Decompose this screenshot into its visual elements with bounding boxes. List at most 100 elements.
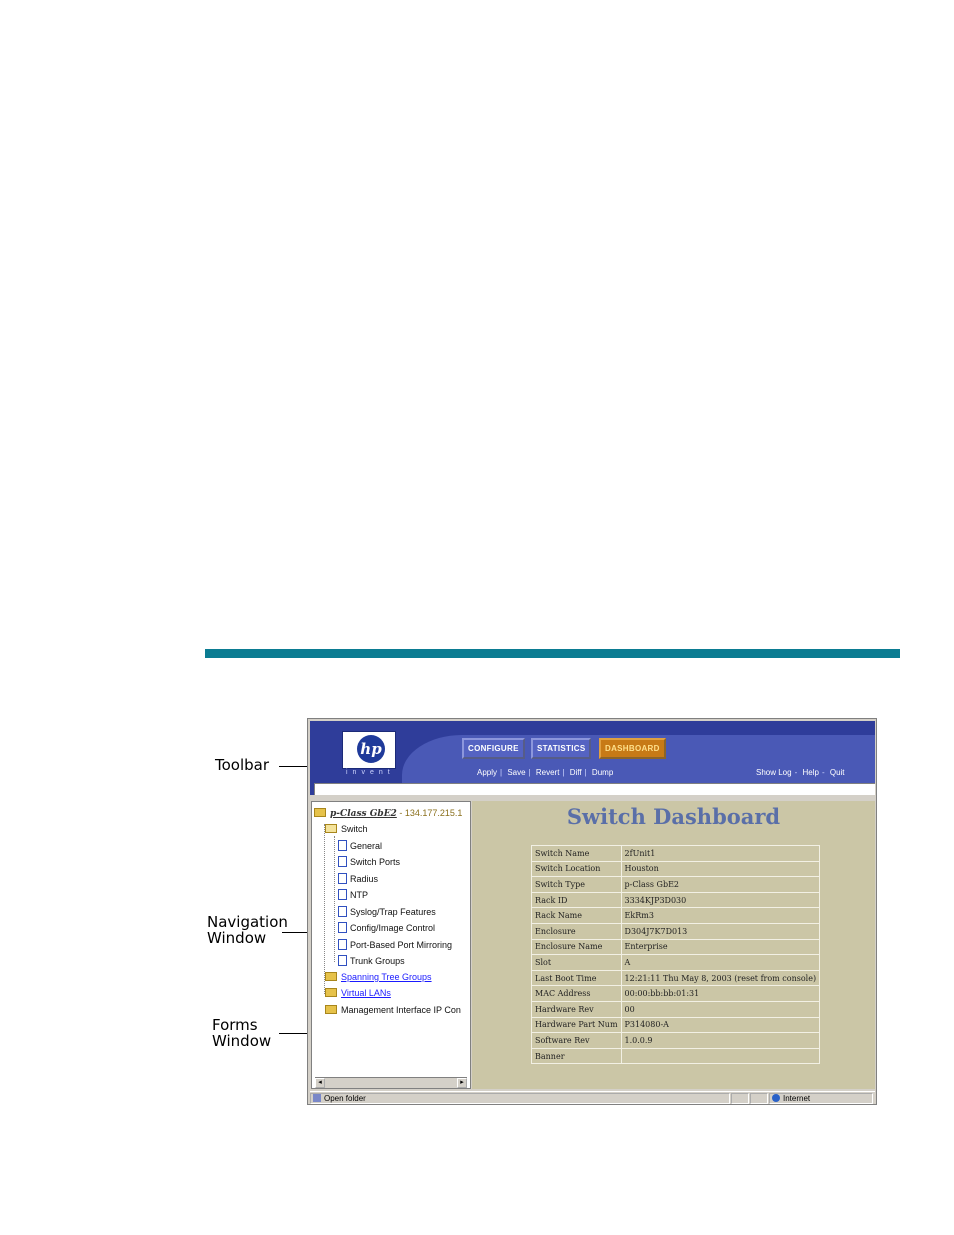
right-menu: Show Log - Help - Quit [756, 768, 848, 777]
info-value: D304J7K7D013 [620, 922, 821, 940]
info-row: Enclosure Name Enterprise [531, 938, 821, 956]
info-value: p-Class GbE2 [620, 876, 821, 893]
page-icon [338, 922, 347, 933]
tree-item-switch[interactable]: Switch [325, 824, 368, 834]
tab-statistics[interactable]: STATISTICS [531, 738, 592, 759]
dashboard-title: Switch Dashboard [566, 804, 781, 829]
tree-root[interactable]: p-Class GbE2 - 134.177.215.1 [314, 808, 462, 819]
info-label: Enclosure Name [531, 938, 622, 956]
navigation-callout-line2: Window [207, 929, 267, 947]
separator: | [528, 768, 531, 777]
tree-item-vlans[interactable]: Virtual LANs [325, 988, 391, 998]
info-row: Software Rev 1.0.0.9 [531, 1032, 821, 1049]
tree-item-general[interactable]: General [338, 840, 382, 851]
info-label: Rack Name [531, 907, 622, 924]
tree-item-config-image[interactable]: Config/Image Control [338, 922, 435, 933]
info-row: Rack ID 3334KJP3D030 [531, 891, 821, 909]
tree-item-mgmt-interface[interactable]: Management Interface IP Con [325, 1005, 461, 1015]
quit-link[interactable]: Quit [830, 768, 845, 777]
tree-item-trunk-groups[interactable]: Trunk Groups [338, 955, 405, 966]
separator: - [821, 768, 825, 777]
navigation-callout-label: Navigation Window [207, 914, 288, 946]
tree-item-label: Switch Ports [350, 857, 401, 867]
info-label: MAC Address [531, 985, 622, 1002]
dump-link[interactable]: Dump [592, 768, 613, 777]
tree-item-spanning-tree[interactable]: Spanning Tree Groups [325, 972, 432, 982]
separator: | [562, 768, 565, 777]
page-icon [338, 906, 347, 917]
tree-item-label: Virtual LANs [341, 988, 391, 998]
info-value: 1.0.0.9 [620, 1032, 821, 1049]
scroll-left-icon[interactable]: ◂ [315, 1078, 325, 1088]
info-row: Switch Type p-Class GbE2 [531, 876, 821, 893]
info-value: A [620, 954, 821, 971]
section-rule [205, 649, 900, 658]
toolbar: hp invent CONFIGURE STATISTICS DASHBOARD… [310, 721, 875, 795]
info-value: 2fUnit1 [620, 845, 821, 862]
tree-item-port-mirroring[interactable]: Port-Based Port Mirroring [338, 939, 452, 950]
tab-dashboard[interactable]: DASHBOARD [599, 738, 666, 759]
info-label: Switch Name [531, 845, 622, 862]
folder-icon [325, 988, 337, 997]
toolbar-bottom-bar [314, 783, 875, 795]
tab-configure[interactable]: CONFIGURE [462, 738, 525, 759]
separator: | [584, 768, 587, 777]
zone-cell: Internet [769, 1093, 873, 1104]
tree-item-label: Radius [350, 874, 379, 884]
tree-item-syslog[interactable]: Syslog/Trap Features [338, 906, 436, 917]
info-row: Last Boot Time 12:21:11 Thu May 8, 2003 (… [531, 969, 821, 987]
info-row: Banner [531, 1047, 821, 1065]
tree-item-label: General [350, 841, 383, 851]
page-icon [338, 873, 347, 884]
info-label: Switch Type [531, 876, 622, 893]
hp-logo-tagline: invent [346, 769, 395, 776]
info-value: P314080-A [620, 1016, 821, 1034]
tree-item-label: NTP [350, 890, 368, 900]
tree-root-label: p-Class GbE2 [330, 809, 397, 819]
help-link[interactable]: Help [803, 768, 819, 777]
save-link[interactable]: Save [507, 768, 525, 777]
status-text: Open folder [324, 1094, 366, 1103]
info-label: Last Boot Time [531, 969, 622, 987]
info-value: 12:21:11 Thu May 8, 2003 (reset from con… [620, 969, 821, 987]
tree-item-label: Trunk Groups [350, 956, 405, 966]
tree-item-label: Syslog/Trap Features [350, 907, 436, 917]
info-row: Enclosure D304J7K7D013 [531, 922, 821, 940]
forms-callout-line2: Window [212, 1032, 272, 1050]
info-value [620, 1047, 821, 1065]
status-cell [731, 1093, 749, 1104]
diff-link[interactable]: Diff [570, 768, 582, 777]
navigation-callout-line1: Navigation [207, 913, 288, 931]
navigation-window: p-Class GbE2 - 134.177.215.1 Switch Gene… [311, 801, 471, 1089]
switch-info-table: Switch Name 2fUnit1 Switch Location Houston… [531, 845, 821, 1065]
horizontal-scrollbar[interactable]: ◂ ▸ [315, 1077, 467, 1088]
status-text-cell: Open folder [310, 1093, 730, 1104]
info-label: Banner [531, 1047, 622, 1065]
status-bar: Open folder Internet [310, 1091, 875, 1104]
info-label: Hardware Part Num [531, 1016, 622, 1034]
separator: | [500, 768, 503, 777]
page-status-icon [313, 1094, 321, 1102]
toolbar-callout-label: Toolbar [215, 756, 270, 774]
folder-icon [325, 1005, 337, 1014]
forms-callout-line1: Forms [212, 1016, 258, 1034]
info-label: Slot [531, 954, 622, 971]
info-label: Rack ID [531, 891, 622, 909]
info-row: Rack Name EkRm3 [531, 907, 821, 924]
tree-item-ntp[interactable]: NTP [338, 889, 368, 900]
show-log-link[interactable]: Show Log [756, 768, 792, 777]
tree-item-label: Switch [341, 824, 368, 834]
hp-logo-mark: hp [357, 735, 385, 763]
page-icon [338, 856, 347, 867]
apply-link[interactable]: Apply [477, 768, 497, 777]
tree-item-switch-ports[interactable]: Switch Ports [338, 856, 400, 867]
revert-link[interactable]: Revert [536, 768, 560, 777]
page-icon [338, 840, 347, 851]
scroll-right-icon[interactable]: ▸ [457, 1078, 467, 1088]
tree-line [334, 836, 335, 962]
info-label: Software Rev [531, 1032, 622, 1049]
tree-item-label: Spanning Tree Groups [341, 972, 432, 982]
info-row: MAC Address 00:00:bb:bb:01:31 [531, 985, 821, 1002]
info-row: Hardware Rev 00 [531, 1000, 821, 1018]
tree-item-radius[interactable]: Radius [338, 873, 378, 884]
